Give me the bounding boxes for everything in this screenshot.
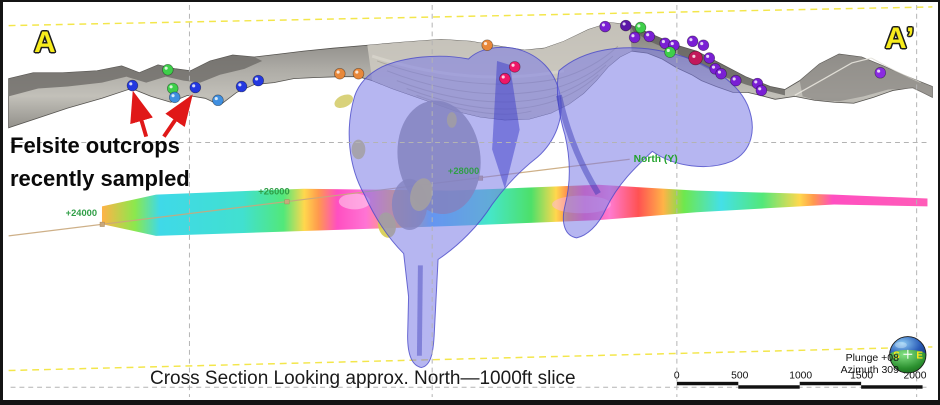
plunge-value: Plunge +08 [799,352,899,364]
sample-point[interactable] [353,68,364,79]
sample-point[interactable] [716,68,727,79]
terrain-hill-face [800,54,933,101]
sample-point[interactable] [253,75,264,86]
axis-tick-24000: +24000 [66,208,97,218]
sample-point[interactable] [730,75,741,86]
sample-point[interactable] [756,85,767,96]
sample-point[interactable] [629,32,640,43]
sample-point[interactable] [704,53,715,64]
geophysics-slice [102,185,927,236]
annotation-arrow [164,99,190,136]
annotation-arrow [134,96,146,136]
sample-point[interactable] [687,36,698,47]
compass-letter-east: E [916,351,923,362]
sample-point[interactable] [665,47,676,58]
axis-tick-26000: +26000 [258,187,289,197]
annotation-text-line2: recently sampled [10,166,190,192]
sample-point[interactable] [190,82,201,93]
scene-canvas[interactable]: +24000 +26000 +28000 North (Y) 050010001… [3,2,938,400]
sample-point[interactable] [600,21,611,32]
sample-point[interactable] [213,95,224,106]
sample-point[interactable] [875,67,886,78]
cross-section-viewport[interactable]: +24000 +26000 +28000 North (Y) 050010001… [0,0,940,405]
sample-point[interactable] [334,68,345,79]
axis-tick-28000: +28000 [448,166,479,176]
sample-point[interactable] [162,64,173,75]
sample-point[interactable] [169,92,180,103]
scale-bar-label: 0 [674,370,680,381]
sample-point[interactable] [509,61,520,72]
sample-point[interactable] [698,40,709,51]
section-marker-a-prime: A’ [885,22,915,56]
sample-point[interactable] [499,73,510,84]
annotation-text-line1: Felsite outcrops [10,133,180,159]
sample-point[interactable] [620,20,631,31]
scale-bar-label: 500 [731,370,748,381]
view-caption: Cross Section Looking approx. North—1000… [150,368,576,390]
annotation-arrows [134,96,189,136]
sample-point[interactable] [236,81,247,92]
grid-line-yellow-bottom [9,347,933,371]
sample-point[interactable] [482,40,493,51]
camera-readout: Plunge +08 Azimuth 309 [799,352,899,376]
sample-point[interactable] [635,22,646,33]
grid-line-yellow-top [9,7,933,26]
sample-point[interactable] [689,51,703,65]
sample-point[interactable] [127,80,138,91]
north-axis-label: North (Y) [634,154,678,165]
azimuth-value: Azimuth 309 [799,364,899,376]
section-marker-a: A [34,26,57,60]
sample-point[interactable] [644,31,655,42]
